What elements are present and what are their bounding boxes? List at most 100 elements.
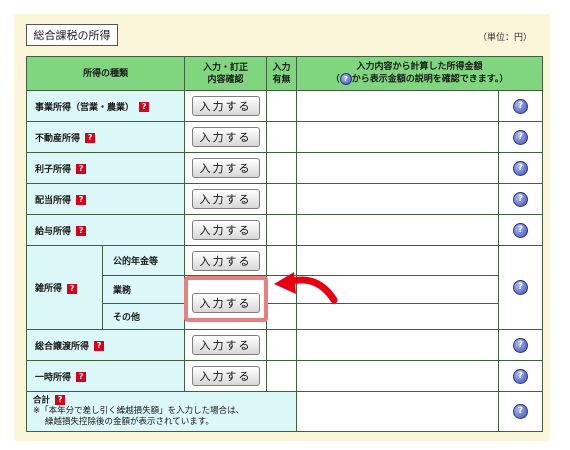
row-label-text: 不動産所得 [35, 133, 81, 144]
header-input-correct-line2: 内容確認 [207, 74, 244, 85]
has-input-cell [266, 90, 298, 122]
button-cell: 入力する [184, 152, 268, 184]
button-cell: 入力する [184, 329, 268, 361]
amount-cell [296, 214, 500, 246]
header-amount: 入力内容から計算した所得金額 （? から表示金額の説明を確認できます。） [296, 56, 544, 91]
table-row: 一時所得? 入力する ? [25, 360, 544, 392]
row-label: 一時所得? [25, 360, 186, 392]
help-cell: ? [498, 183, 544, 215]
highlight-box [184, 276, 268, 322]
question-icon[interactable]: ? [67, 283, 78, 294]
table-row-total: 合計? ※「本年分で差し引く繰越損失額」を入力した場合は、 繰越損失控除後の金額… [25, 391, 544, 432]
row-label-text: 利子所得 [35, 164, 72, 175]
help-icon[interactable]: ? [513, 404, 529, 419]
row-label-text: 配当所得 [35, 195, 72, 206]
section-title: 総合課税の所得 [26, 24, 118, 46]
button-cell: 入力する [184, 214, 268, 246]
help-cell: ? [498, 391, 544, 432]
misc-sub-other: その他 [101, 303, 186, 330]
help-cell: ? [498, 90, 544, 122]
curved-red-arrow-icon [274, 272, 338, 304]
amount-cell [296, 90, 500, 122]
total-label: 合計? ※「本年分で差し引く繰越損失額」を入力した場合は、 繰越損失控除後の金額… [25, 391, 298, 432]
table-row: 給与所得? 入力する ? [25, 214, 544, 246]
question-icon[interactable]: ? [85, 133, 96, 143]
header-has-input-line2: 有無 [272, 74, 291, 85]
input-button[interactable]: 入力する [191, 127, 260, 147]
help-icon[interactable]: ? [513, 222, 529, 238]
input-button[interactable]: 入力する [191, 220, 260, 240]
help-icon[interactable]: ? [513, 191, 529, 207]
help-cell: ? [498, 245, 544, 330]
has-input-cell [266, 152, 298, 184]
button-cell: 入力する [184, 183, 268, 215]
row-label: 総合譲渡所得? [25, 329, 186, 361]
table-row: 総合譲渡所得? 入力する ? [25, 329, 544, 361]
amount-cell [296, 329, 500, 361]
row-label: 事業所得（営業・農業）? [25, 90, 186, 122]
question-icon[interactable]: ? [76, 372, 87, 382]
header-amount-line2: （? から表示金額の説明を確認できます。） [297, 73, 542, 86]
help-icon[interactable]: ? [513, 337, 529, 353]
row-label: 給与所得? [25, 214, 186, 246]
help-icon[interactable]: ? [513, 280, 529, 295]
row-label-text: 一時所得 [35, 372, 72, 383]
misc-sub-pension: 公的年金等 [101, 245, 186, 276]
button-cell: 入力する [184, 360, 268, 392]
misc-label: 雑所得? [26, 245, 103, 330]
help-cell: ? [498, 329, 544, 361]
row-label: 配当所得? [25, 183, 186, 215]
input-button[interactable]: 入力する [191, 335, 260, 355]
amount-cell [296, 360, 500, 392]
question-icon[interactable]: ? [94, 341, 105, 351]
help-icon[interactable]: ? [513, 98, 529, 114]
input-button[interactable]: 入力する [191, 366, 260, 386]
help-icon[interactable]: ? [513, 368, 529, 384]
header-has-input-line1: 入力 [272, 62, 291, 73]
header-amount-line1: 入力内容から計算した所得金額 [356, 62, 483, 73]
button-cell: 入力する [184, 245, 268, 276]
table-row: 事業所得（営業・農業）? 入力する ? [25, 90, 544, 122]
row-label: 利子所得? [25, 152, 186, 184]
row-label-text: 給与所得 [35, 226, 72, 237]
has-input-cell [266, 121, 298, 153]
unit-label: （単位：円） [478, 33, 533, 43]
question-icon[interactable]: ? [76, 195, 87, 205]
has-input-cell [266, 329, 298, 361]
header-input-correct-line1: 入力・訂正 [203, 62, 249, 73]
input-button[interactable]: 入力する [191, 189, 260, 209]
help-cell: ? [498, 121, 544, 153]
has-input-cell [266, 183, 298, 215]
header-amount-text: から表示金額の説明を確認できます。） [351, 74, 509, 85]
input-button[interactable]: 入力する [191, 158, 260, 178]
help-cell: ? [498, 152, 544, 184]
header-has-input: 入力 有無 [266, 56, 298, 91]
row-label-text: 事業所得（営業・農業） [35, 102, 135, 113]
help-cell: ? [498, 360, 544, 392]
question-icon[interactable]: ? [76, 226, 87, 236]
table-row: 配当所得? 入力する ? [25, 183, 544, 215]
total-note-line2: 繰越損失控除後の金額が表示されています。 [45, 417, 214, 428]
help-icon[interactable]: ? [513, 160, 529, 176]
question-icon[interactable]: ? [76, 164, 87, 174]
help-icon[interactable]: ? [513, 129, 529, 145]
input-button[interactable]: 入力する [191, 96, 260, 116]
header-input-correct: 入力・訂正 内容確認 [184, 56, 268, 91]
row-label: 不動産所得? [25, 121, 186, 153]
button-cell: 入力する [184, 90, 268, 122]
amount-cell [296, 183, 500, 215]
question-icon[interactable]: ? [55, 394, 66, 405]
row-label-text: 総合譲渡所得 [35, 341, 90, 352]
misc-sub-business: 業務 [101, 275, 186, 304]
has-input-cell [266, 214, 298, 246]
header-amount-prefix: （ [330, 74, 340, 85]
help-icon: ? [339, 73, 352, 86]
table-header-row: 所得の種類 入力・訂正 内容確認 入力 有無 入力内容から計算した所得金額 （?… [25, 56, 544, 91]
help-cell: ? [498, 214, 544, 246]
amount-cell [296, 121, 500, 153]
amount-cell [296, 152, 500, 184]
input-button[interactable]: 入力する [191, 250, 260, 271]
amount-cell [296, 391, 500, 432]
misc-label-text: 雑所得 [35, 284, 63, 294]
question-icon[interactable]: ? [139, 102, 150, 112]
